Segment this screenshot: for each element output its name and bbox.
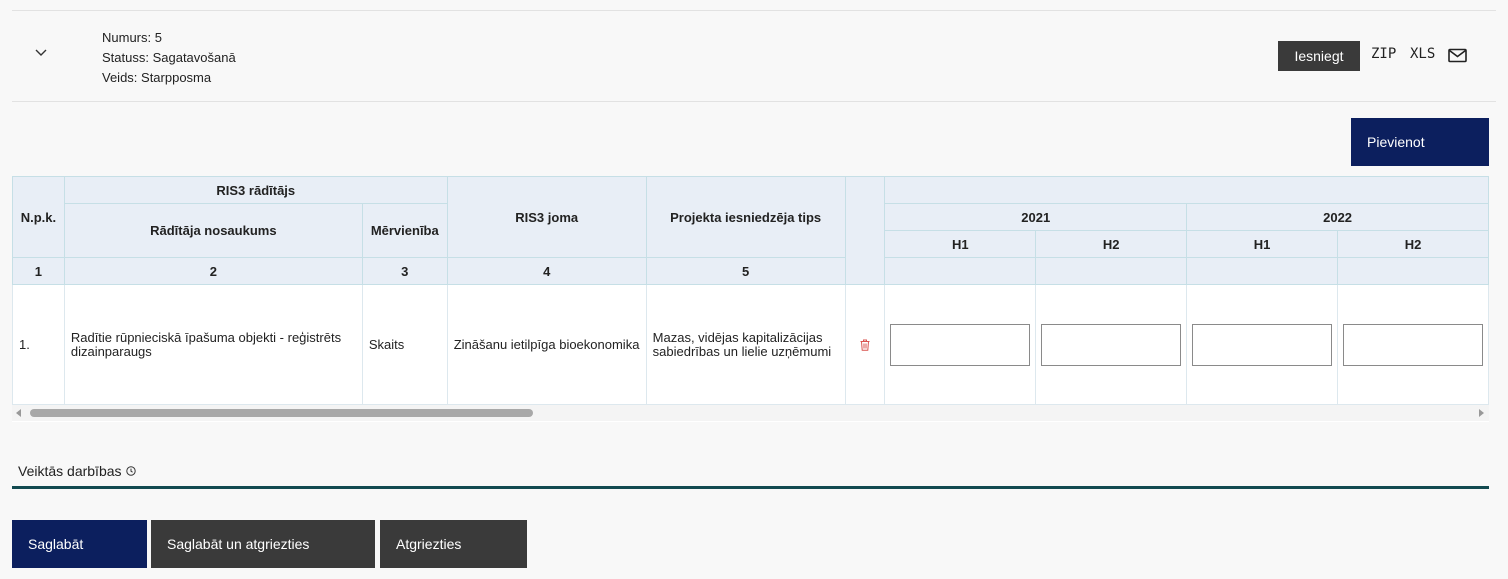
indicators-table: N.p.k. RIS3 rādītājs RIS3 joma Projekta …: [12, 176, 1489, 405]
submit-button[interactable]: Iesniegt: [1278, 41, 1360, 71]
cell-unit: Skaits: [361, 284, 448, 405]
activity-tab-underline: [12, 486, 1489, 489]
cell-ris3-area: Zināšanu ietilpīga bioekonomika: [446, 284, 647, 405]
column-number: 5: [645, 257, 846, 285]
header-ris3-area: RIS3 joma: [446, 176, 647, 258]
save-and-return-button[interactable]: Saglabāt un atgriezties: [151, 520, 375, 568]
activity-label: Veiktās darbības: [18, 463, 122, 479]
header-2021-h1: H1: [884, 230, 1037, 258]
scroll-left-arrow-icon[interactable]: [16, 409, 21, 417]
value-input-2021-h1[interactable]: [890, 323, 1031, 366]
cell-applicant-type: Mazas, vidējas kapitalizācijas sabiedrīb…: [645, 284, 846, 405]
horizontal-scrollbar[interactable]: [12, 405, 1489, 421]
xls-download-button[interactable]: XLS: [1410, 46, 1435, 62]
envelope-icon[interactable]: [1448, 48, 1467, 63]
table-row: 1. Radītie rūpnieciskā īpašuma objekti -…: [12, 284, 1489, 405]
header-year-2021: 2021: [884, 203, 1188, 231]
record-type: Veids: Starpposma: [102, 70, 212, 85]
column-number: 1: [12, 257, 65, 285]
add-button[interactable]: Pievienot: [1351, 118, 1489, 166]
header-ris3-indicator: RIS3 rādītājs: [63, 176, 448, 204]
record-meta: Numurs: 5 Statuss: Sagatavošanā Veids: S…: [102, 28, 236, 88]
return-button[interactable]: Atgriezties: [380, 520, 527, 568]
cell-npk: 1.: [12, 284, 65, 405]
indicators-table-container[interactable]: N.p.k. RIS3 rādītājs RIS3 joma Projekta …: [12, 176, 1489, 422]
record-status: Statuss: Sagatavošanā: [102, 50, 236, 65]
chevron-down-icon: [35, 49, 47, 56]
record-number: Numurs: 5: [102, 30, 162, 45]
column-number-empty: [1035, 257, 1188, 285]
activity-tab[interactable]: Veiktās darbības: [18, 463, 136, 479]
value-input-2022-h1[interactable]: [1192, 323, 1333, 366]
expand-toggle[interactable]: [33, 45, 49, 61]
column-number-empty: [884, 257, 1037, 285]
header-unit: Mērvienība: [361, 203, 448, 258]
header-npk: N.p.k.: [12, 176, 65, 258]
header-2022-h1: H1: [1186, 230, 1339, 258]
column-number-empty: [1337, 257, 1489, 285]
cell-2022-h1: [1186, 284, 1339, 405]
header-indicator-name: Rādītāja nosaukums: [63, 203, 363, 258]
scrollbar-thumb[interactable]: [30, 409, 533, 417]
clock-icon: [125, 466, 136, 476]
scroll-right-arrow-icon[interactable]: [1479, 409, 1484, 417]
value-input-2022-h2[interactable]: [1343, 323, 1484, 366]
header-actions: [844, 176, 886, 285]
top-divider: [12, 10, 1496, 11]
column-number-empty: [1186, 257, 1339, 285]
cell-2021-h2: [1035, 284, 1188, 405]
section-divider: [12, 101, 1496, 102]
header-year-2022: 2022: [1186, 203, 1489, 231]
zip-download-button[interactable]: ZIP: [1371, 46, 1396, 62]
column-number: 2: [63, 257, 363, 285]
header-applicant-type: Projekta iesniedzēja tips: [645, 176, 846, 258]
cell-2022-h2: [1337, 284, 1489, 405]
save-button[interactable]: Saglabāt: [12, 520, 147, 568]
header-2022-h2: H2: [1337, 230, 1489, 258]
header-years-group: [884, 176, 1489, 204]
cell-delete: [844, 284, 886, 405]
column-number: 4: [446, 257, 647, 285]
header-2021-h2: H2: [1035, 230, 1188, 258]
value-input-2021-h2[interactable]: [1041, 323, 1182, 366]
cell-indicator-name: Radītie rūpnieciskā īpašuma objekti - re…: [63, 284, 363, 405]
trash-icon[interactable]: [860, 339, 870, 351]
column-number: 3: [361, 257, 448, 285]
cell-2021-h1: [884, 284, 1037, 405]
